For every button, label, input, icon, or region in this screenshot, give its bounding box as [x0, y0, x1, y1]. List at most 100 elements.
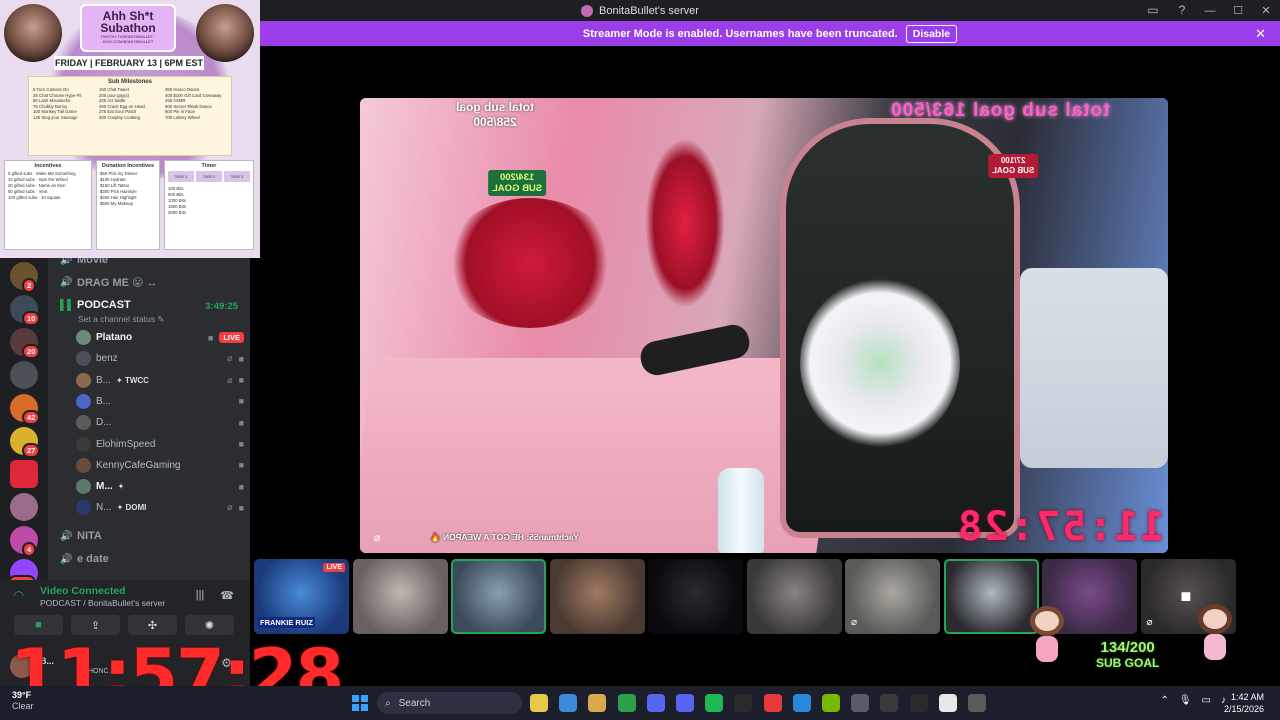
participant-tile[interactable]: [746, 559, 842, 634]
taskbar-app-icon[interactable]: [880, 694, 899, 712]
main-video-stage[interactable]: total sub goal 163/500 total sub goal 25…: [360, 98, 1168, 553]
member-name: B...: [96, 395, 112, 407]
subathon-poster: Ahh Sh*t Subathon TWITCH.TV/BONITABULLET…: [0, 0, 260, 258]
video-icon: ■: [238, 439, 244, 449]
taskbar-app-icon[interactable]: [938, 694, 957, 712]
chevron-up-icon[interactable]: ⌃: [1160, 695, 1168, 706]
signal-icon[interactable]: ◜◝: [14, 588, 23, 602]
chibi-girl-sticker: [1198, 604, 1234, 664]
taskbar-app-icon[interactable]: [851, 694, 870, 712]
member-name: M...: [96, 481, 113, 493]
voice-member[interactable]: benz ⌀ ■: [76, 348, 244, 369]
voice-member[interactable]: KennyCafeGaming ■: [76, 455, 244, 476]
member-name: ElohimSpeed: [96, 438, 156, 450]
clock[interactable]: 1:42 AM 2/15/2026: [1224, 691, 1264, 715]
server-rail: 2102042274NEW: [0, 258, 48, 590]
taskbar-app-icon[interactable]: [559, 694, 578, 712]
participant-tile[interactable]: [549, 559, 645, 634]
help-icon[interactable]: ?: [1175, 3, 1189, 17]
channel-podcast[interactable]: ▌▌ PODCAST: [60, 299, 131, 311]
network-icon[interactable]: ▭: [1202, 695, 1211, 706]
taskbar-app-icon[interactable]: [909, 694, 928, 712]
taskbar-app-icon[interactable]: [763, 694, 782, 712]
server-icon[interactable]: [10, 493, 38, 521]
noise-suppression-icon[interactable]: |||: [196, 589, 205, 602]
tier-label: TIER 2: [196, 171, 222, 182]
tier-label: TIER 1: [168, 171, 194, 182]
taskbar-app-icon[interactable]: [792, 694, 811, 712]
participant-tile[interactable]: ⌀: [845, 559, 940, 634]
poster-headline: Ahh Sh*t Subathon TWITCH.TV/BONITABULLET…: [80, 4, 176, 52]
mute-stream-icon[interactable]: ⌀: [368, 528, 386, 546]
chat-caption-mirrored: Yachtman55: HE GOT A WEAPON 🔥: [430, 532, 579, 542]
voice-member[interactable]: M... ✦ ■: [76, 476, 244, 497]
taskbar-app-icon[interactable]: [822, 694, 840, 712]
voice-member[interactable]: B... ✦ TWCC ⌀ ■: [76, 370, 244, 391]
disable-streamer-mode-button[interactable]: Disable: [905, 24, 958, 43]
participant-tile[interactable]: [648, 559, 743, 634]
muted-icon: ⌀: [227, 353, 233, 364]
unread-badge: 2: [22, 278, 37, 293]
voice-member[interactable]: D... ■: [76, 412, 244, 433]
channel-movie[interactable]: 🔊 Movie: [60, 258, 108, 266]
taskbar-app-icon[interactable]: [968, 694, 986, 712]
server-icon: [581, 4, 594, 17]
muted-icon: ⌀: [227, 502, 233, 513]
inbox-icon[interactable]: ▭: [1146, 3, 1160, 17]
sub-goal-overlay: 134/200 SUB GOAL: [1096, 639, 1160, 671]
maximize-icon[interactable]: ☐: [1224, 0, 1252, 21]
voice-member[interactable]: ElohimSpeed ■: [76, 434, 244, 455]
taskbar-app-icon[interactable]: [617, 694, 636, 712]
minimize-icon[interactable]: —: [1196, 0, 1224, 21]
voice-channel-name[interactable]: PODCAST / BonitaBullet's server: [40, 598, 165, 608]
channel-drag-me[interactable]: 🔊 DRAG ME 😛 ↔: [60, 276, 158, 289]
screen-share-button[interactable]: ⇪: [71, 615, 120, 635]
participant-tile[interactable]: LIVE FRANKIE RUIZ: [254, 559, 349, 634]
start-icon[interactable]: [352, 695, 368, 711]
speaker-icon: 🔊: [60, 530, 73, 542]
disconnect-icon[interactable]: ☎: [220, 589, 234, 602]
voice-member[interactable]: N... ✦ DOMI ⌀ ■: [76, 497, 244, 518]
server-icon[interactable]: [10, 460, 38, 488]
voice-status-title: Video Connected: [40, 585, 126, 597]
server-icon[interactable]: [10, 361, 38, 389]
participant-tile[interactable]: [943, 559, 1039, 634]
channel-status[interactable]: Set a channel status ✎: [78, 314, 165, 325]
channel-nita[interactable]: 🔊 NITA: [60, 530, 102, 542]
taskbar-search[interactable]: ⌕ Search: [377, 692, 522, 714]
avatar: [76, 351, 91, 367]
participant-tile[interactable]: [352, 559, 448, 634]
member-name: D...: [96, 417, 112, 429]
soundboard-button[interactable]: ✺: [185, 615, 234, 635]
live-badge: LIVE: [219, 332, 244, 343]
activities-button[interactable]: ✣: [128, 615, 177, 635]
channel-e-date[interactable]: 🔊 e date: [60, 553, 109, 565]
taskbar-app-icon[interactable]: [530, 694, 548, 712]
video-icon: ■: [238, 417, 244, 428]
taskbar-app-icon[interactable]: [676, 694, 694, 712]
taskbar-app-icon[interactable]: [588, 694, 607, 712]
member-status-icons: ■: [239, 418, 244, 428]
participant-tile[interactable]: [451, 559, 546, 634]
voice-member[interactable]: Platano ■ LIVE: [76, 327, 244, 348]
voice-member[interactable]: B... ■: [76, 391, 244, 412]
close-banner-icon[interactable]: ✕: [1255, 26, 1266, 42]
member-name: benz: [96, 353, 118, 365]
speaker-icon: 🔊: [60, 258, 73, 266]
total-sub-goal-left-mirrored: total sub goal 258/500: [456, 100, 534, 129]
close-icon[interactable]: ✕: [1252, 0, 1280, 21]
taskbar-app-icon[interactable]: [705, 694, 724, 712]
incentives-card: Incentives 5 gifted subs · Make Me Somet…: [4, 160, 92, 250]
camera-button[interactable]: ■: [14, 615, 63, 635]
weather-widget[interactable]: 39°F Clear: [12, 690, 34, 712]
muted-icon: ⌀: [227, 374, 233, 385]
microphone-icon[interactable]: 🎙: [1179, 695, 1192, 706]
member-name: N...: [96, 502, 112, 514]
taskbar-app-icon[interactable]: [734, 694, 753, 712]
call-duration: 3:49:25: [205, 301, 238, 312]
desk: [360, 358, 844, 553]
muted-icon: ⌀: [1146, 617, 1153, 628]
member-status-icons: ⌀ ■: [227, 353, 244, 364]
participant-strip: LIVEFRANKIE RUIZ⌀⌀■⋯: [254, 559, 1274, 635]
taskbar-app-icon[interactable]: [646, 694, 665, 712]
